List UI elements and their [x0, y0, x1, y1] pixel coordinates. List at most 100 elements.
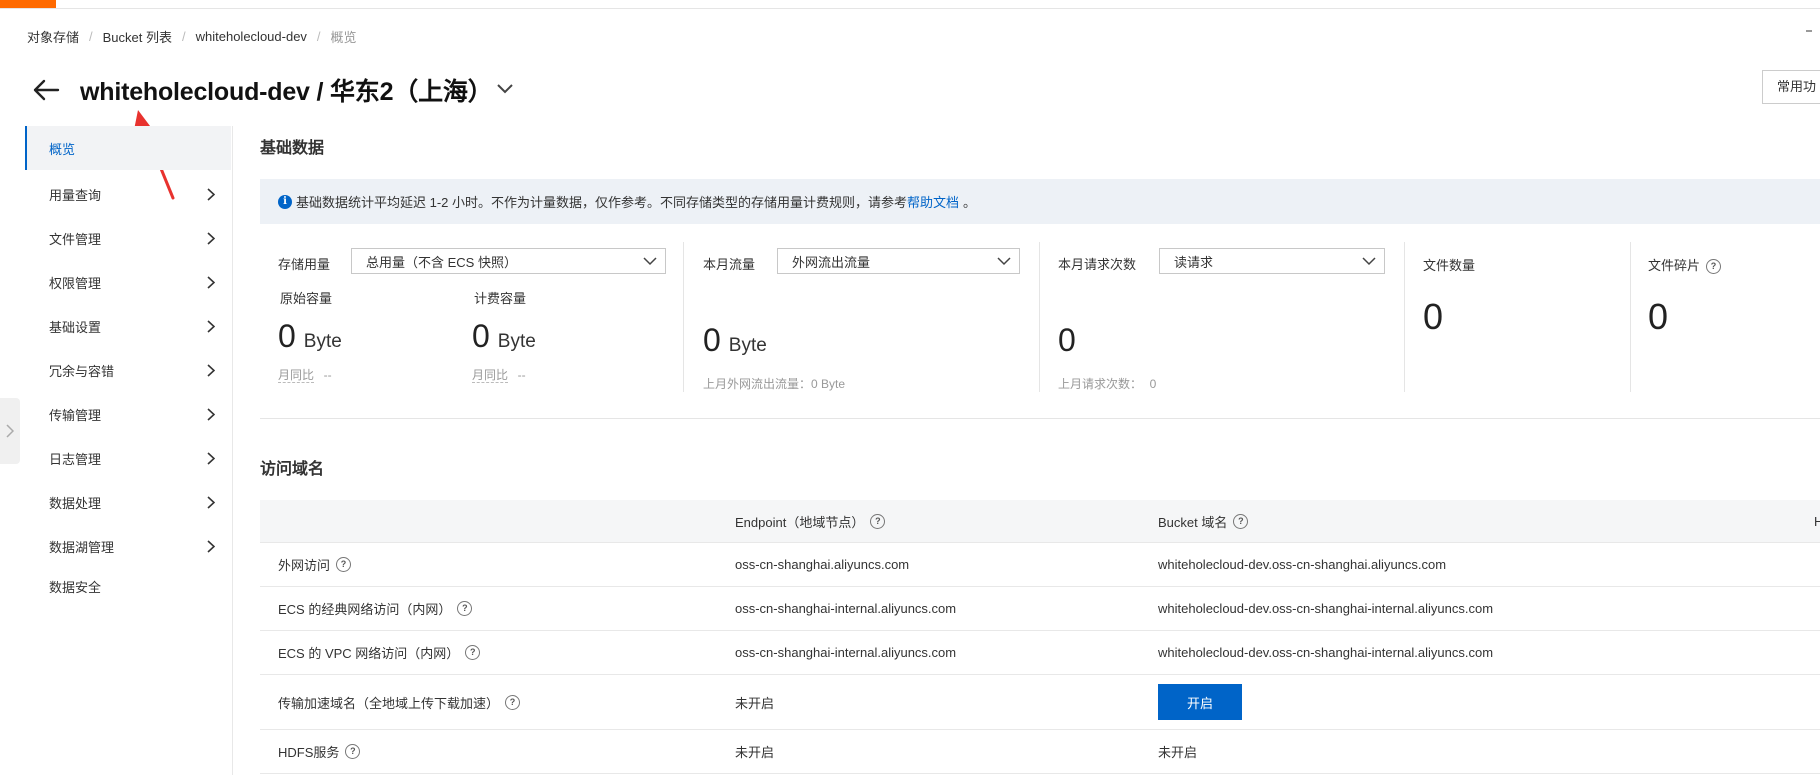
- chevron-right-icon: [205, 231, 217, 245]
- requests-last-month-value: 0: [1149, 377, 1157, 391]
- requests-last-month-label: 上月请求次数：: [1058, 377, 1143, 391]
- original-capacity-unit: Byte: [303, 331, 342, 352]
- sidebar-item-data-processing[interactable]: 数据处理: [25, 480, 231, 524]
- table-row: ECS 的 VPC 网络访问（内网）? oss-cn-shanghai-inte…: [260, 631, 1820, 675]
- breadcrumb-separator: /: [182, 28, 186, 44]
- common-functions-button[interactable]: 常用功: [1762, 70, 1820, 104]
- file-count-value: 0: [1423, 296, 1444, 337]
- chevron-right-icon: [205, 407, 217, 421]
- row-endpoint: oss-cn-shanghai-internal.aliyuncs.com: [735, 601, 957, 616]
- help-icon[interactable]: ?: [1706, 259, 1722, 275]
- mom-label: 月同比: [278, 368, 315, 383]
- sidebar: 概览 用量查询 文件管理 权限管理 基础设置 冗余与容错 传输管理 日志管理 数…: [25, 126, 233, 775]
- sidebar-item-logs[interactable]: 日志管理: [25, 436, 231, 480]
- chevron-right-icon: [205, 363, 217, 377]
- column-bucket-domain: Bucket 域名?: [1158, 500, 1249, 542]
- row-endpoint: 未开启: [735, 745, 775, 760]
- chevron-right-icon: [205, 451, 217, 465]
- section-divider: [260, 418, 1820, 419]
- row-name-text: 传输加速域名（全地域上传下载加速）: [278, 695, 500, 711]
- help-icon[interactable]: ?: [336, 557, 352, 572]
- sidebar-item-files[interactable]: 文件管理: [25, 216, 231, 260]
- storage-type-select[interactable]: 总用量（不含 ECS 快照）: [351, 248, 666, 274]
- sidebar-item-transfer[interactable]: 传输管理: [25, 392, 231, 436]
- sidebar-item-label: 传输管理: [49, 407, 102, 423]
- help-icon[interactable]: ?: [457, 601, 473, 616]
- requests-type-select[interactable]: 读请求: [1159, 248, 1385, 274]
- mom-value: --: [323, 368, 332, 382]
- divider: [1630, 242, 1631, 392]
- back-button[interactable]: [26, 70, 66, 110]
- row-name-text: ECS 的经典网络访问（内网）: [278, 602, 452, 617]
- sidebar-item-data-lake[interactable]: 数据湖管理: [25, 524, 231, 568]
- row-bucket-domain: whiteholecloud-dev.oss-cn-shanghai-inter…: [1158, 645, 1494, 660]
- traffic-select-value: 外网流出流量: [792, 254, 871, 270]
- traffic-value: 0 Byte: [703, 322, 767, 359]
- table-row: 传输加速域名（全地域上传下载加速）? 未开启 开启: [260, 675, 1820, 730]
- row-name: ECS 的经典网络访问（内网）?: [278, 587, 473, 630]
- row-bucket-domain: whiteholecloud-dev.oss-cn-shanghai.aliyu…: [1158, 557, 1447, 572]
- collapse-mark: [1806, 30, 1812, 32]
- sidebar-item-label: 数据安全: [49, 579, 102, 595]
- sidebar-item-label: 文件管理: [49, 231, 102, 247]
- sidebar-item-redundancy[interactable]: 冗余与容错: [25, 348, 231, 392]
- file-fragments-value: 0: [1648, 296, 1669, 337]
- sidebar-item-overview[interactable]: 概览: [25, 126, 231, 170]
- original-capacity-number: 0: [278, 318, 296, 354]
- sidebar-item-basic-settings[interactable]: 基础设置: [25, 304, 231, 348]
- chevron-right-icon: [205, 495, 217, 509]
- sidebar-item-data-security[interactable]: 数据安全: [25, 564, 231, 608]
- sidebar-item-label: 概览: [49, 141, 76, 157]
- row-bucket-domain: 开启: [1158, 675, 1242, 729]
- enable-acceleration-button[interactable]: 开启: [1158, 684, 1242, 720]
- breadcrumb-oss[interactable]: 对象存储: [27, 27, 79, 46]
- traffic-unit: Byte: [728, 335, 767, 356]
- info-icon: i: [278, 194, 292, 209]
- billing-capacity-unit: Byte: [497, 331, 536, 352]
- row-name: 外网访问?: [278, 543, 352, 586]
- notice-text: 基础数据统计平均延迟 1-2 小时。不作为计量数据，仅作参考。不同存储类型的存储…: [296, 195, 908, 210]
- chevron-down-icon: [1362, 256, 1376, 265]
- requests-select-value: 读请求: [1174, 254, 1214, 270]
- file-count-label: 文件数量: [1423, 258, 1476, 273]
- breadcrumb-separator: /: [89, 28, 93, 44]
- traffic-type-select[interactable]: 外网流出流量: [777, 248, 1020, 274]
- sidebar-item-permissions[interactable]: 权限管理: [25, 260, 231, 304]
- breadcrumb-separator: /: [316, 28, 321, 44]
- notice-end: 。: [963, 195, 977, 210]
- column-truncated: H: [1814, 513, 1820, 529]
- sidebar-item-label: 日志管理: [49, 451, 102, 467]
- help-icon[interactable]: ?: [1233, 513, 1249, 529]
- table-header-row: Endpoint（地域节点）? Bucket 域名? H: [260, 500, 1820, 543]
- divider: [683, 242, 684, 392]
- sidebar-item-label: 用量查询: [49, 187, 102, 203]
- region-dropdown-button[interactable]: [492, 78, 518, 100]
- help-doc-link[interactable]: 帮助文档: [907, 192, 959, 211]
- top-bar: [0, 0, 1820, 9]
- help-icon[interactable]: ?: [505, 694, 521, 710]
- row-name-text: HDFS服务: [278, 745, 340, 760]
- chevron-down-icon: [997, 256, 1011, 265]
- requests-last-month: 上月请求次数： 0: [1058, 375, 1156, 392]
- breadcrumb-bucket-list[interactable]: Bucket 列表: [103, 27, 172, 46]
- chevron-right-icon: [205, 539, 217, 553]
- chevron-right-icon: [205, 319, 217, 333]
- help-icon[interactable]: ?: [870, 513, 886, 529]
- row-name-text: 外网访问: [278, 558, 331, 573]
- billing-capacity-number: 0: [472, 318, 490, 354]
- billing-capacity-label: 计费容量: [474, 291, 527, 306]
- table-row: 外网访问? oss-cn-shanghai.aliyuncs.com white…: [260, 543, 1820, 587]
- sidebar-item-usage[interactable]: 用量查询: [25, 172, 231, 216]
- row-endpoint: 未开启: [735, 695, 775, 711]
- arrow-left-icon: [33, 79, 60, 101]
- sidebar-item-label: 数据处理: [49, 495, 102, 511]
- breadcrumb-bucket[interactable]: whiteholecloud-dev: [196, 29, 307, 44]
- file-fragments-label: 文件碎片?: [1648, 255, 1722, 275]
- original-mom: 月同比 --: [278, 366, 332, 383]
- row-name: HDFS服务?: [278, 730, 361, 773]
- help-icon[interactable]: ?: [345, 744, 361, 759]
- sidebar-expand-handle[interactable]: [0, 398, 20, 464]
- row-bucket-domain: 未开启: [1158, 745, 1198, 760]
- billing-mom: 月同比 --: [472, 366, 526, 383]
- help-icon[interactable]: ?: [465, 645, 481, 660]
